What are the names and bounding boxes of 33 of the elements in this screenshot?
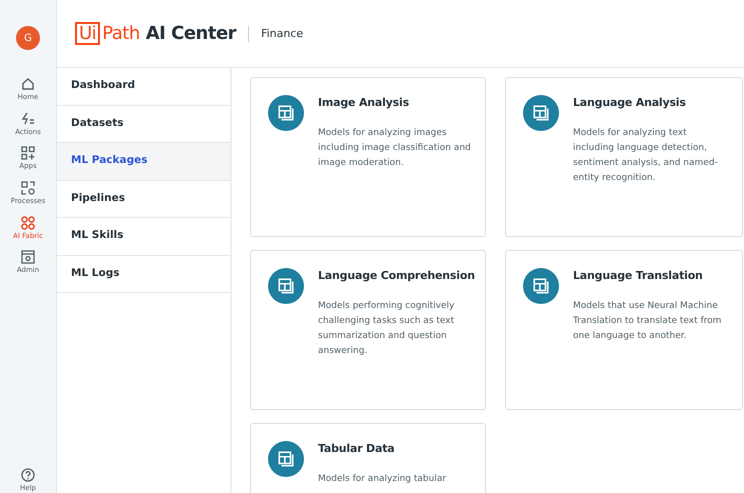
logo-text: Path <box>102 22 140 46</box>
logo-mark: Ui <box>75 22 100 46</box>
card-description: Models for analyzing tabular <box>318 472 448 486</box>
apps-grid-icon <box>20 145 36 162</box>
card-title: Language Translation <box>573 268 704 284</box>
card-title: Image Analysis <box>318 95 410 111</box>
card-description: Models performing cognitively challenging tasks such as text summarization and question answering. <box>318 300 456 358</box>
package-icon <box>268 95 304 131</box>
package-card[interactable]: Language Analysis Models for analyzing text including language detection, sentiment analysis, and named-entity recognition. <box>505 77 743 237</box>
admin-icon <box>20 249 36 266</box>
lightning-list-icon <box>20 110 36 127</box>
card-title: Language Analysis <box>573 95 687 111</box>
help-icon <box>20 467 36 484</box>
nodes-icon <box>20 214 36 231</box>
user-avatar[interactable]: G <box>16 26 40 50</box>
package-card[interactable]: Language Comprehension Models performing cognitively challenging tasks such as text summarization and question answering. <box>250 250 486 410</box>
processes-icon <box>20 180 36 196</box>
package-icon <box>523 268 559 304</box>
card-description: Models that use Neural Machine Translation to translate text from one language to another. <box>573 300 722 342</box>
card-title: Tabular Data <box>318 441 396 457</box>
card-title: Language Comprehension <box>318 268 476 284</box>
product-name: AI Center <box>146 22 236 46</box>
sidebar-item[interactable]: ML Packages <box>57 143 230 180</box>
package-card[interactable]: Image Analysis Models for analyzing images including image classification and image moderation. <box>250 77 486 237</box>
package-icon <box>268 441 304 477</box>
package-card[interactable]: Language Translation Models that use Neural Machine Translation to translate text from one language to another. <box>505 250 743 410</box>
package-card[interactable]: Tabular Data Models for analyzing tabular <box>250 423 486 493</box>
tenant-name: Finance <box>248 26 304 42</box>
package-icon <box>268 268 304 304</box>
package-icon <box>523 95 559 131</box>
card-description: Models for analyzing images including image classification and image moderation. <box>318 126 472 170</box>
card-description: Models for analyzing text including language detection, sentiment analysis, and named-entity recognition. <box>573 126 719 184</box>
home-icon <box>20 76 36 92</box>
